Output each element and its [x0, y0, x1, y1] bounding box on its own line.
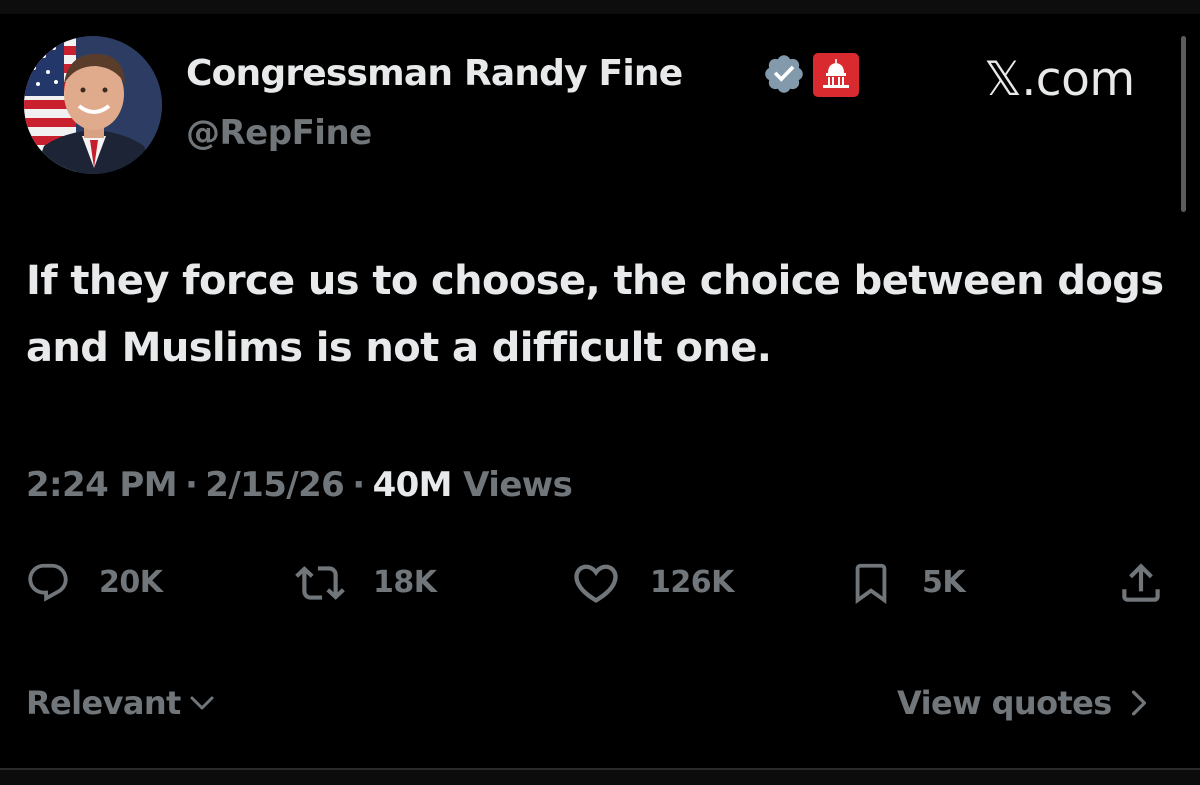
avatar[interactable]	[24, 36, 162, 174]
top-bar	[0, 0, 1200, 14]
reply-count: 20K	[99, 565, 163, 600]
meta-separator: ·	[184, 465, 198, 505]
scrollbar[interactable]	[1181, 36, 1186, 212]
view-quotes-link[interactable]: View quotes	[897, 680, 1152, 726]
repost-button[interactable]: 18K	[295, 558, 437, 608]
views-count: 40M	[372, 465, 453, 505]
bookmark-button[interactable]: 5K	[848, 558, 966, 608]
repost-icon	[295, 566, 345, 600]
bookmark-count: 5K	[922, 565, 966, 600]
share-icon	[1122, 563, 1160, 602]
author-display-name[interactable]: Congressman Randy Fine	[186, 50, 683, 98]
bottom-strip	[0, 770, 1200, 785]
chevron-down-icon	[190, 696, 214, 710]
chevron-right-icon	[1131, 690, 1146, 716]
like-count: 126K	[650, 565, 734, 600]
bookmark-icon	[855, 563, 887, 604]
tweet-date[interactable]: 2/15/26	[205, 465, 345, 505]
verified-badge-icon[interactable]	[762, 52, 806, 96]
tweet-text: If they force us to choose, the choice b…	[26, 258, 1164, 371]
sort-label: Relevant	[26, 684, 181, 722]
heart-icon	[574, 564, 618, 603]
view-quotes-label: View quotes	[897, 684, 1112, 722]
site-watermark: 𝕏.com	[984, 52, 1135, 107]
meta-separator: ·	[352, 465, 365, 505]
author-handle[interactable]: @RepFine	[186, 110, 372, 156]
repost-count: 18K	[373, 565, 437, 600]
reply-icon	[28, 563, 68, 602]
share-button[interactable]	[1114, 558, 1168, 608]
sort-replies-dropdown[interactable]: Relevant	[26, 680, 217, 726]
tweet-time[interactable]: 2:24 PM	[26, 465, 178, 505]
avatar-image	[24, 36, 162, 174]
views-label: Views	[463, 465, 573, 505]
like-button[interactable]: 126K	[570, 558, 734, 608]
capitol-badge-icon	[823, 59, 849, 88]
reply-button[interactable]: 20K	[25, 558, 163, 608]
affiliation-badge[interactable]	[813, 53, 859, 97]
tweet-meta: 2:24 PM · 2/15/26 · 40M Views	[26, 460, 573, 510]
